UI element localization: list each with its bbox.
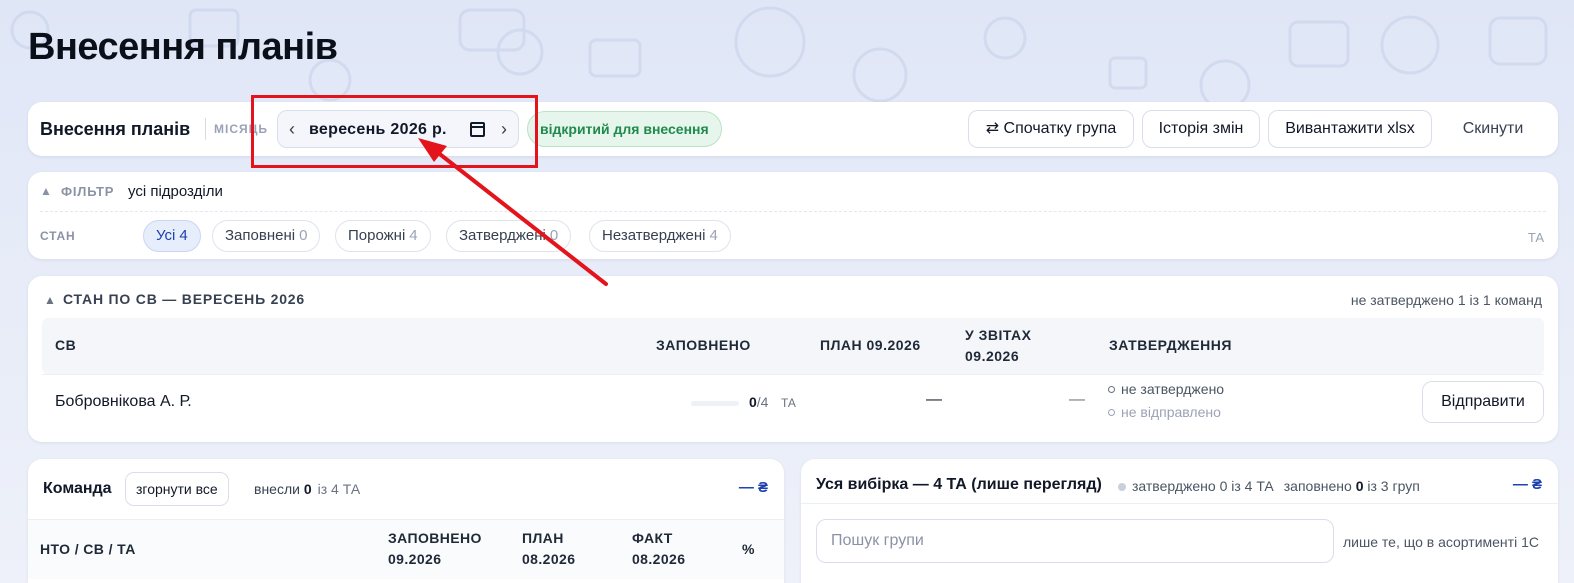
assortment-hint[interactable]: лише те, що в асортименті 1С bbox=[1343, 534, 1539, 550]
team-panel: Команда згорнути все внесли 0 із 4 ТА — ₴… bbox=[28, 459, 784, 583]
sample-panel: Уся вибірка — 4 ТА (лише перегляд) затве… bbox=[801, 459, 1558, 583]
calendar-icon[interactable] bbox=[470, 122, 485, 137]
filter-label[interactable]: ФІЛЬТР bbox=[61, 184, 114, 199]
col-name: НТО / СВ / ТА bbox=[40, 541, 136, 557]
chip-all[interactable]: Усі 4 bbox=[143, 220, 201, 252]
filled-count: 0/4 bbox=[749, 394, 769, 410]
collapse-triangle-icon[interactable]: ▲ bbox=[40, 184, 52, 198]
toolbar: Внесення планів МІСЯЦЬ ‹ вересень 2026 р… bbox=[28, 102, 1558, 156]
chip-empty[interactable]: Порожні 4 bbox=[335, 220, 431, 252]
month-picker[interactable]: ‹ вересень 2026 р. › bbox=[277, 110, 519, 148]
group-first-button[interactable]: ⇄ Спочатку група bbox=[968, 110, 1134, 148]
filter-divider bbox=[40, 211, 1546, 212]
collapse-triangle-icon[interactable]: ▲ bbox=[44, 293, 56, 307]
col-sv: СВ bbox=[55, 337, 77, 353]
sample-meta: затверджено 0 із 4 ТА заповнено 0 із 3 гр… bbox=[1118, 478, 1420, 494]
sample-divider bbox=[801, 503, 1558, 504]
col-plan: ПЛАН 08.2026 bbox=[522, 530, 576, 567]
filter-panel: ▲ ФІЛЬТР усі підрозділи СТАН Усі 4 Заповн… bbox=[28, 172, 1558, 259]
page-title: Внесення планів bbox=[28, 26, 338, 68]
col-filled: ЗАПОВНЕНО bbox=[656, 337, 751, 353]
team-title: Команда bbox=[43, 480, 112, 497]
send-button[interactable]: Відправити bbox=[1422, 381, 1544, 423]
plan-value: — bbox=[926, 391, 942, 408]
send-status: не відправлено bbox=[1108, 404, 1221, 420]
team-table-header: НТО / СВ / ТА ЗАПОВНЕНО 09.2026 ПЛАН 08.… bbox=[28, 519, 784, 579]
collapse-all-button[interactable]: згорнути все bbox=[125, 472, 229, 506]
chip-unapproved[interactable]: Незатверджені 4 bbox=[589, 220, 731, 252]
export-xlsx-button[interactable]: Вивантажити xlsx bbox=[1268, 110, 1432, 148]
status-dot-icon bbox=[1108, 409, 1115, 416]
col-fact: ФАКТ 08.2026 bbox=[632, 530, 686, 567]
status-dot-icon bbox=[1118, 483, 1126, 491]
filter-value[interactable]: усі підрозділи bbox=[128, 183, 223, 200]
sv-table-header: СВ ЗАПОВНЕНО ПЛАН 09.2026 У ЗВІТАХ 09.20… bbox=[42, 318, 1544, 374]
col-approval: ЗАТВЕРДЖЕННЯ bbox=[1109, 337, 1232, 353]
table-row: Бобровнікова А. Р. 0/4 ТА — — не затверд… bbox=[42, 374, 1544, 430]
month-label: МІСЯЦЬ bbox=[214, 122, 269, 136]
sv-status-meta: не затверджено 1 із 1 команд bbox=[1350, 292, 1542, 308]
month-value[interactable]: вересень 2026 р. bbox=[309, 121, 447, 139]
team-sum: — ₴ bbox=[738, 479, 768, 496]
chip-filled[interactable]: Заповнені 0 bbox=[212, 220, 321, 252]
team-entered: внесли 0 із 4 ТА bbox=[254, 481, 361, 497]
sample-title: Уся вибірка — 4 ТА (лише перегляд) bbox=[816, 476, 1102, 493]
status-badge: відкритий для внесення bbox=[527, 111, 722, 147]
toolbar-divider bbox=[205, 118, 206, 140]
col-filled: ЗАПОВНЕНО 09.2026 bbox=[388, 530, 482, 567]
sv-status-panel: ▲ СТАН ПО СВ — ВЕРЕСЕНЬ 2026 не затвердж… bbox=[28, 276, 1558, 442]
filled-unit: ТА bbox=[781, 396, 796, 410]
col-reports: У ЗВІТАХ 09.2026 bbox=[965, 327, 1032, 364]
sv-name: Бобровнікова А. Р. bbox=[55, 393, 192, 410]
filled-progress-bar bbox=[691, 401, 739, 406]
sv-status-title[interactable]: СТАН ПО СВ — ВЕРЕСЕНЬ 2026 bbox=[63, 291, 305, 307]
chevron-right-icon[interactable]: › bbox=[501, 119, 507, 140]
group-search-input[interactable] bbox=[816, 519, 1334, 563]
ta-label: ТА bbox=[1527, 230, 1544, 245]
history-button[interactable]: Історія змін bbox=[1142, 110, 1260, 148]
status-dot-icon bbox=[1108, 386, 1115, 393]
col-plan: ПЛАН 09.2026 bbox=[820, 337, 921, 353]
sample-sum: — ₴ bbox=[1512, 476, 1542, 493]
reports-value: — bbox=[1069, 391, 1085, 408]
approval-status: не затверджено bbox=[1108, 381, 1224, 397]
chip-approved[interactable]: Затверджені 0 bbox=[446, 220, 572, 252]
reset-button[interactable]: Скинути bbox=[1440, 110, 1546, 148]
toolbar-title: Внесення планів bbox=[40, 119, 191, 139]
col-pct: % bbox=[742, 541, 755, 557]
chevron-left-icon[interactable]: ‹ bbox=[289, 119, 295, 140]
state-label: СТАН bbox=[40, 229, 76, 243]
